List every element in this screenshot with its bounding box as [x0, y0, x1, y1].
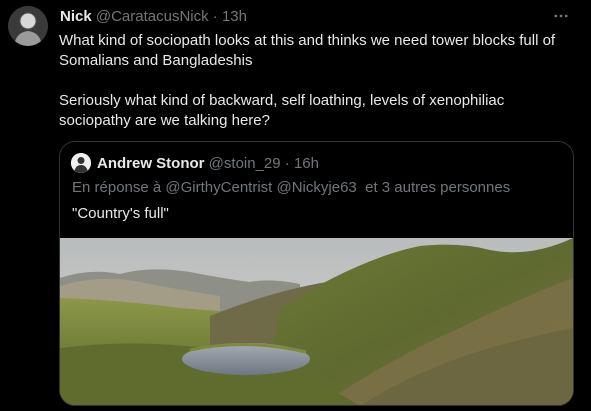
mention-link[interactable]: @Nickyje63	[277, 179, 357, 196]
tweet-paragraph: Seriously what kind of backward, self lo…	[59, 92, 505, 129]
quote-author-handle[interactable]: @stoin_29	[209, 155, 281, 172]
separator-dot: ·	[212, 8, 218, 25]
reply-context: En réponse à @GirthyCentrist @Nickyje63 …	[72, 179, 510, 196]
tweet-paragraph: What kind of sociopath looks at this and…	[59, 32, 556, 69]
tweet-header: Nick @CaratacusNick · 13h	[60, 8, 551, 26]
separator-dot: ·	[284, 154, 290, 172]
quote-author-name[interactable]: Andrew Stonor	[97, 155, 205, 172]
author-avatar[interactable]	[8, 6, 48, 46]
author-handle[interactable]: @CaratacusNick	[96, 8, 209, 25]
tweet[interactable]: Nick @CaratacusNick · 13h What kind of s…	[0, 0, 591, 411]
quote-header: Andrew Stonor @stoin_29 · 16h	[71, 152, 319, 174]
quote-timestamp[interactable]: 16h	[294, 155, 319, 172]
timestamp[interactable]: 13h	[222, 8, 247, 25]
quote-author-avatar[interactable]	[71, 153, 91, 173]
more-horizontal-icon[interactable]	[549, 4, 573, 28]
reply-prefix: En réponse à	[72, 179, 162, 196]
quoted-tweet[interactable]: Andrew Stonor @stoin_29 · 16h En réponse…	[59, 141, 574, 406]
mention-link[interactable]: @GirthyCentrist	[165, 179, 272, 196]
tweet-text: What kind of sociopath looks at this and…	[59, 31, 574, 131]
reply-suffix[interactable]: et 3 autres personnes	[365, 179, 510, 196]
quote-text: "Country's full"	[72, 205, 169, 222]
author-name[interactable]: Nick	[60, 8, 92, 25]
quote-photo[interactable]	[60, 238, 573, 405]
